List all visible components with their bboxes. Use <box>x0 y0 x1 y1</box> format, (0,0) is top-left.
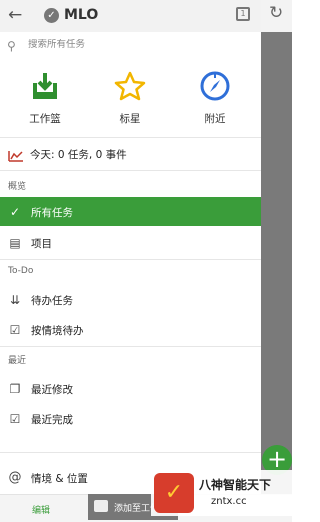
nav-item-projects[interactable]: ▤ 项目 <box>0 228 261 257</box>
quick-action-nearby[interactable]: 附近 <box>180 66 250 126</box>
arrow-left-icon[interactable]: ← <box>8 5 22 25</box>
quick-action-label: 附近 <box>204 113 226 125</box>
search-bar[interactable]: ⚲ <box>0 36 261 58</box>
watermark: ✓ 八神智能天下 zntx.cc <box>151 470 292 516</box>
nav-item-recent-modified[interactable]: ❐ 最近修改 <box>0 374 261 403</box>
chart-trend-icon <box>8 147 24 166</box>
divider <box>0 346 261 347</box>
at-sign-icon: @ <box>8 470 22 485</box>
quick-action-label: 标星 <box>119 113 141 125</box>
double-check-icon: ✓ <box>9 205 21 219</box>
quick-action-starred[interactable]: 标星 <box>95 66 165 126</box>
nav-item-label: 按情境待办 <box>31 325 84 337</box>
app-title: MLO <box>64 7 99 23</box>
inbox-icon <box>94 500 108 512</box>
watermark-title: 八神智能天下 <box>199 478 272 492</box>
today-summary[interactable]: 今天: 0 任务, 0 事件 <box>0 143 261 165</box>
quick-action-label: 工作篮 <box>29 113 61 125</box>
nav-item-recent-completed[interactable]: ☑ 最近完成 <box>0 404 261 433</box>
nav-item-todo-tasks[interactable]: ⇊ 待办任务 <box>0 285 261 314</box>
nav-item-label: 最近修改 <box>31 384 73 396</box>
divider <box>0 259 261 260</box>
top-bar: ← ✓ MLO <box>0 0 261 32</box>
section-header-todo: To-Do <box>8 266 34 276</box>
section-header-overview: 概览 <box>8 182 27 192</box>
nav-item-label: 项目 <box>31 238 52 250</box>
nav-item-all-tasks[interactable]: ✓ 所有任务 <box>0 197 261 226</box>
folder-stripes-icon: ▤ <box>9 236 21 250</box>
quick-actions: 工作篮 标星 附近 <box>0 66 261 132</box>
copy-edit-icon: ❐ <box>9 382 21 396</box>
today-label: 今天: 0 任务, 0 事件 <box>30 149 127 161</box>
watermark-url: zntx.cc <box>211 496 247 507</box>
divider <box>0 137 261 138</box>
edit-button[interactable]: 编辑 <box>32 503 50 516</box>
divider <box>0 170 261 171</box>
nav-item-label: 情境 & 位置 <box>31 473 88 485</box>
section-header-recent: 最近 <box>8 356 27 366</box>
navigation-drawer: ← ✓ MLO ⚲ 工作篮 标星 <box>0 0 261 522</box>
background-app <box>261 0 292 522</box>
nav-item-label: 待办任务 <box>31 295 73 307</box>
search-icon: ⚲ <box>7 39 16 53</box>
calendar-badge-icon[interactable]: 1 <box>236 7 250 21</box>
sync-icon[interactable]: ↻ <box>269 3 283 23</box>
quick-action-inbox[interactable]: 工作篮 <box>10 66 80 126</box>
inbox-download-icon <box>10 66 80 106</box>
star-icon <box>95 66 165 106</box>
search-input[interactable] <box>28 39 228 50</box>
background-scrim <box>261 32 292 512</box>
nav-item-context-todo[interactable]: ☑ 按情境待办 <box>0 315 261 344</box>
double-chevron-down-icon: ⇊ <box>9 293 21 307</box>
checkbox-checked-icon: ☑ <box>9 412 21 426</box>
watermark-logo-icon: ✓ <box>154 473 194 513</box>
check-badge-icon: ✓ <box>44 8 59 23</box>
compass-icon <box>180 66 250 106</box>
divider <box>0 452 261 453</box>
nav-item-label: 最近完成 <box>31 414 73 426</box>
nav-item-label: 所有任务 <box>31 207 73 219</box>
context-at-icon: ☑ <box>9 323 21 337</box>
